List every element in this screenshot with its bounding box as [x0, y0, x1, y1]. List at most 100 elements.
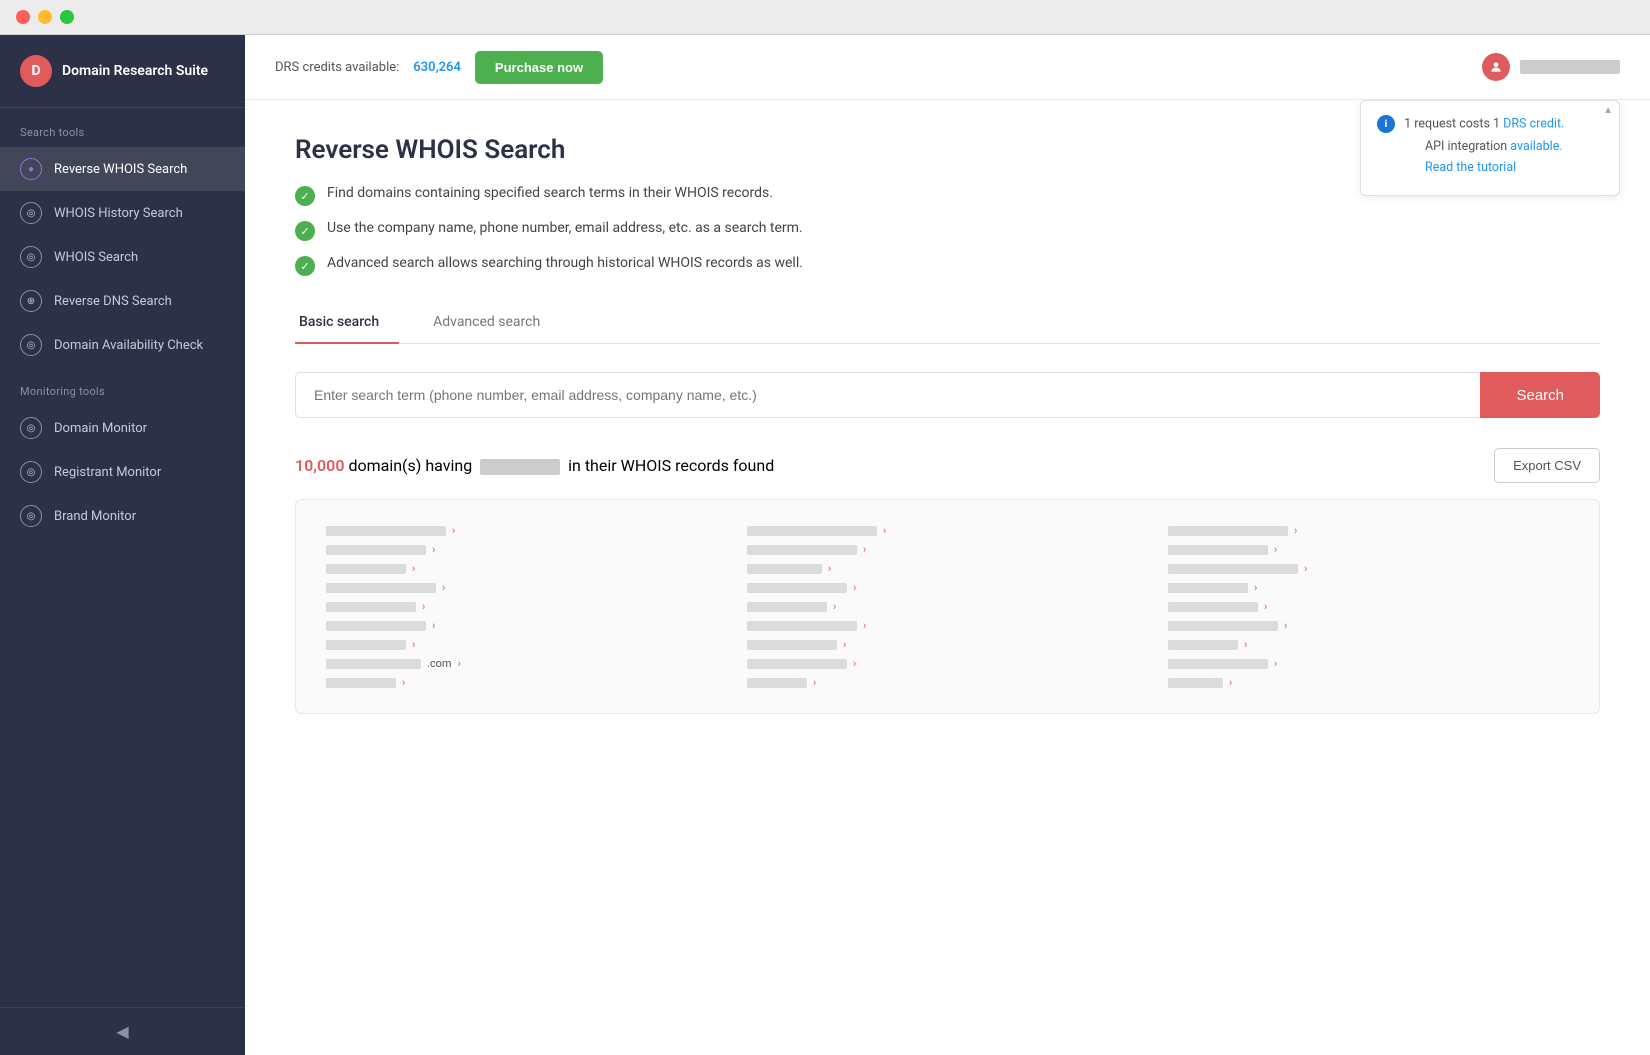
- arrow-icon[interactable]: ›: [432, 619, 435, 632]
- search-input[interactable]: [295, 372, 1480, 418]
- results-grid: › › › ›: [326, 524, 1569, 689]
- arrow-icon[interactable]: ›: [853, 581, 856, 594]
- content-area: ▲ i 1 request costs 1 DRS credit. API in…: [245, 100, 1650, 1055]
- purchase-now-button[interactable]: Purchase now: [475, 51, 603, 84]
- result-row: ›: [747, 657, 1148, 670]
- arrow-icon[interactable]: ›: [1274, 657, 1277, 670]
- user-avatar: [1482, 53, 1510, 81]
- arrow-icon[interactable]: ›: [883, 524, 886, 537]
- result-row: ›: [326, 562, 727, 575]
- check-icon-1: ✓: [295, 186, 315, 206]
- arrow-icon[interactable]: ›: [828, 562, 831, 575]
- result-row: ›: [326, 524, 727, 537]
- sidebar-item-label: WHOIS History Search: [54, 206, 183, 221]
- result-row: ›: [1168, 524, 1569, 537]
- arrow-icon[interactable]: ›: [853, 657, 856, 670]
- export-csv-button[interactable]: Export CSV: [1494, 448, 1600, 483]
- tab-advanced-search[interactable]: Advanced search: [429, 304, 560, 344]
- blurred-domain: [747, 526, 877, 536]
- app-container: D Domain Research Suite Search tools ● R…: [0, 35, 1650, 1055]
- sidebar-item-label: Domain Monitor: [54, 421, 147, 436]
- drs-credit-link[interactable]: DRS credit.: [1503, 116, 1564, 131]
- app-title: Domain Research Suite: [62, 63, 208, 79]
- arrow-icon[interactable]: ›: [1284, 619, 1287, 632]
- sidebar-item-label: Domain Availability Check: [54, 338, 203, 353]
- result-row: ›: [747, 562, 1148, 575]
- sidebar-item-domain-availability[interactable]: ◎ Domain Availability Check: [0, 323, 245, 367]
- result-column-3: › › › ›: [1168, 524, 1569, 689]
- arrow-icon[interactable]: ›: [458, 657, 461, 670]
- arrow-icon[interactable]: ›: [452, 524, 455, 537]
- sidebar-item-brand-monitor[interactable]: ◎ Brand Monitor: [0, 494, 245, 538]
- arrow-icon[interactable]: ›: [863, 543, 866, 556]
- logo-icon: D: [20, 55, 52, 87]
- arrow-icon[interactable]: ›: [1264, 600, 1267, 613]
- sidebar-item-whois-history[interactable]: ◎ WHOIS History Search: [0, 191, 245, 235]
- read-tutorial-link[interactable]: Read the tutorial: [1425, 160, 1516, 175]
- feature-text-3: Advanced search allows searching through…: [327, 255, 803, 271]
- blurred-domain: [1168, 564, 1298, 574]
- result-row: ›: [326, 581, 727, 594]
- registrant-monitor-icon: ◎: [20, 461, 42, 483]
- arrow-icon[interactable]: ›: [432, 543, 435, 556]
- arrow-icon[interactable]: ›: [422, 600, 425, 613]
- sidebar-item-domain-monitor[interactable]: ◎ Domain Monitor: [0, 406, 245, 450]
- arrow-icon[interactable]: ›: [412, 562, 415, 575]
- search-button[interactable]: Search: [1480, 372, 1600, 418]
- arrow-icon[interactable]: ›: [1244, 638, 1247, 651]
- sidebar-item-reverse-whois[interactable]: ● Reverse WHOIS Search: [0, 147, 245, 191]
- reverse-dns-icon: ⊕: [20, 290, 42, 312]
- tooltip-collapse-icon[interactable]: ▲: [1597, 101, 1619, 120]
- arrow-icon[interactable]: ›: [843, 638, 846, 651]
- arrow-icon[interactable]: ›: [813, 676, 816, 689]
- result-row: ›: [747, 619, 1148, 632]
- reverse-whois-icon: ●: [20, 158, 42, 180]
- window-chrome: [0, 0, 1650, 35]
- arrow-icon[interactable]: ›: [833, 600, 836, 613]
- blurred-domain: [326, 621, 426, 631]
- results-having: domain(s) having: [348, 456, 472, 475]
- result-row: ›: [747, 638, 1148, 651]
- blurred-domain: [747, 621, 857, 631]
- minimize-button[interactable]: [38, 10, 52, 24]
- sidebar-item-whois-search[interactable]: ◎ WHOIS Search: [0, 235, 245, 279]
- sidebar-item-registrant-monitor[interactable]: ◎ Registrant Monitor: [0, 450, 245, 494]
- result-row: ›: [326, 638, 727, 651]
- arrow-icon[interactable]: ›: [1274, 543, 1277, 556]
- result-row: ›: [326, 600, 727, 613]
- arrow-icon[interactable]: ›: [1304, 562, 1307, 575]
- blurred-domain: [1168, 583, 1248, 593]
- results-in-whois: in their WHOIS records found: [568, 456, 774, 475]
- sidebar-item-label: WHOIS Search: [54, 250, 138, 265]
- maximize-button[interactable]: [60, 10, 74, 24]
- arrow-icon[interactable]: ›: [442, 581, 445, 594]
- blurred-domain: [1168, 602, 1258, 612]
- arrow-icon[interactable]: ›: [412, 638, 415, 651]
- tab-basic-search[interactable]: Basic search: [295, 304, 399, 344]
- blurred-domain: [1168, 640, 1238, 650]
- close-button[interactable]: [16, 10, 30, 24]
- blurred-domain: [747, 640, 837, 650]
- tooltip-row-1: i 1 request costs 1 DRS credit.: [1377, 115, 1603, 133]
- arrow-icon[interactable]: ›: [1229, 676, 1232, 689]
- blurred-domain: [747, 602, 827, 612]
- blurred-domain: [326, 545, 426, 555]
- search-tools-label: Search tools: [0, 108, 245, 147]
- monitoring-tools-label: Monitoring tools: [0, 367, 245, 406]
- arrow-icon[interactable]: ›: [863, 619, 866, 632]
- topbar: DRS credits available: 630,264 Purchase …: [245, 35, 1650, 100]
- api-integration-link[interactable]: available.: [1510, 139, 1562, 154]
- blurred-domain: [326, 640, 406, 650]
- blurred-domain: [326, 678, 396, 688]
- arrow-icon[interactable]: ›: [1294, 524, 1297, 537]
- feature-text-1: Find domains containing specified search…: [327, 185, 773, 201]
- whois-history-icon: ◎: [20, 202, 42, 224]
- sidebar-collapse-button[interactable]: ◀: [0, 1007, 245, 1055]
- arrow-icon[interactable]: ›: [402, 676, 405, 689]
- arrow-icon[interactable]: ›: [1254, 581, 1257, 594]
- blurred-domain: [747, 678, 807, 688]
- sidebar-item-label: Reverse DNS Search: [54, 294, 172, 309]
- result-row: ›: [747, 543, 1148, 556]
- sidebar-item-reverse-dns[interactable]: ⊕ Reverse DNS Search: [0, 279, 245, 323]
- topbar-left: DRS credits available: 630,264 Purchase …: [275, 51, 603, 84]
